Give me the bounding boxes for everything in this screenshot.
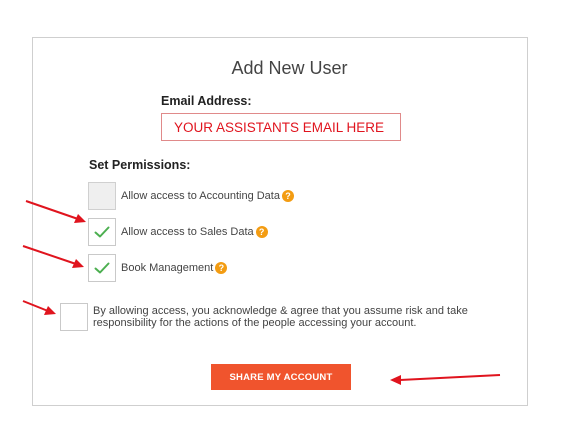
arrow-to-share-button bbox=[390, 374, 501, 385]
arrow-to-agreement-checkbox bbox=[22, 300, 56, 315]
annotation-arrows bbox=[22, 200, 501, 385]
arrow-to-sales-checkbox bbox=[25, 200, 86, 223]
arrow-to-book-checkbox bbox=[22, 245, 84, 268]
